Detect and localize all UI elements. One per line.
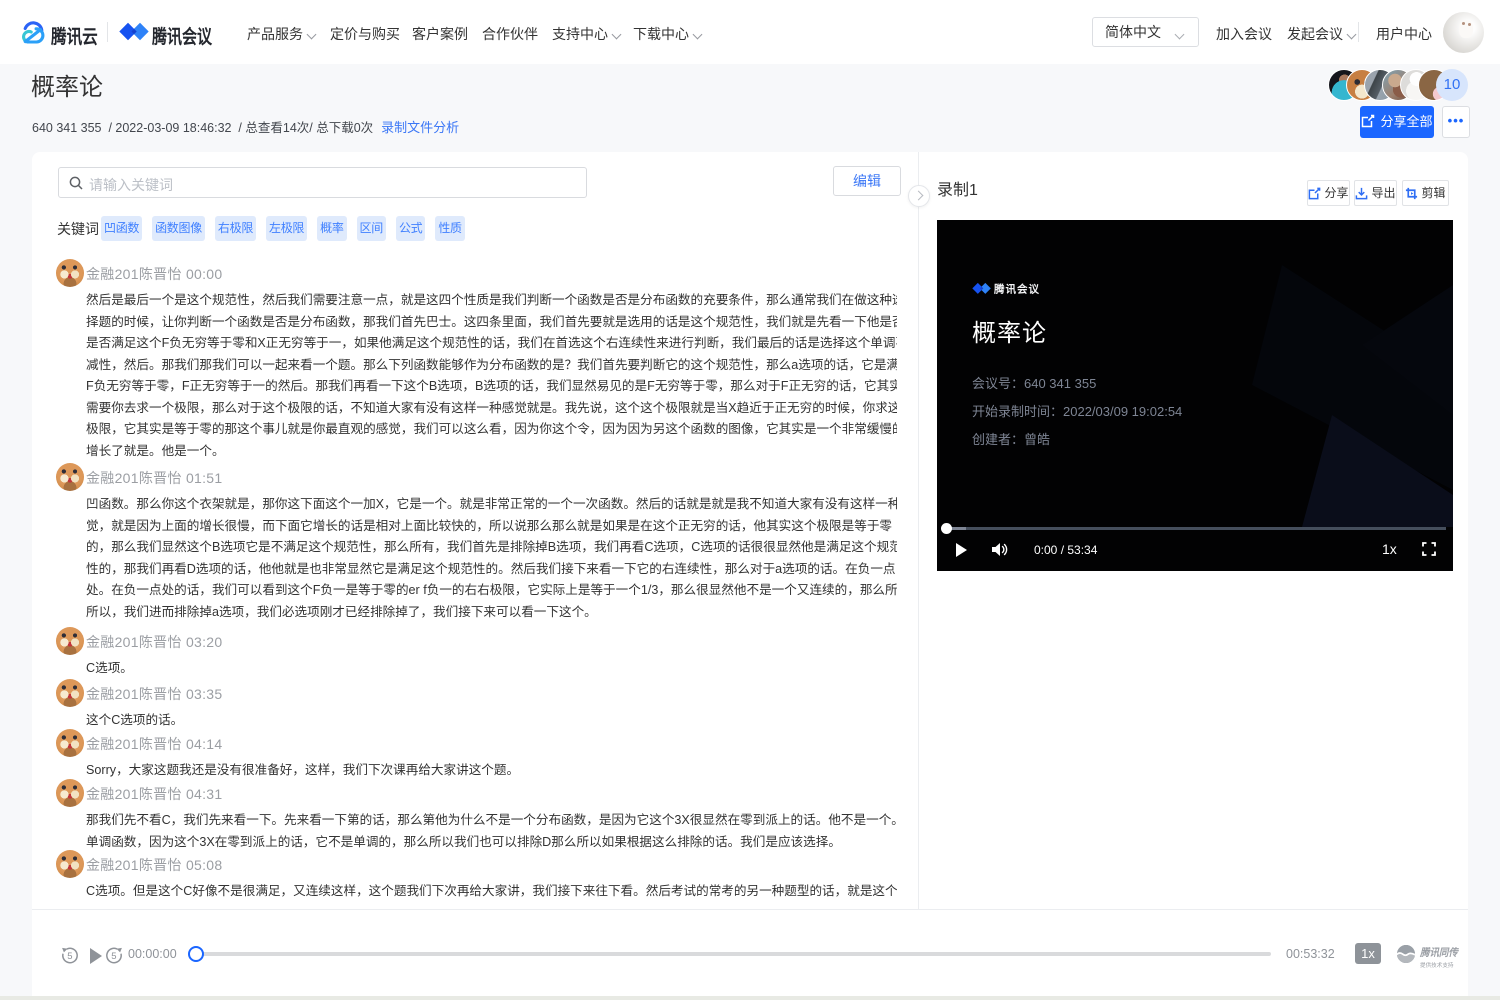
svg-text:腾讯会议: 腾讯会议 [993, 283, 1040, 296]
svg-text:5: 5 [67, 951, 72, 962]
svg-text:5: 5 [111, 951, 116, 962]
